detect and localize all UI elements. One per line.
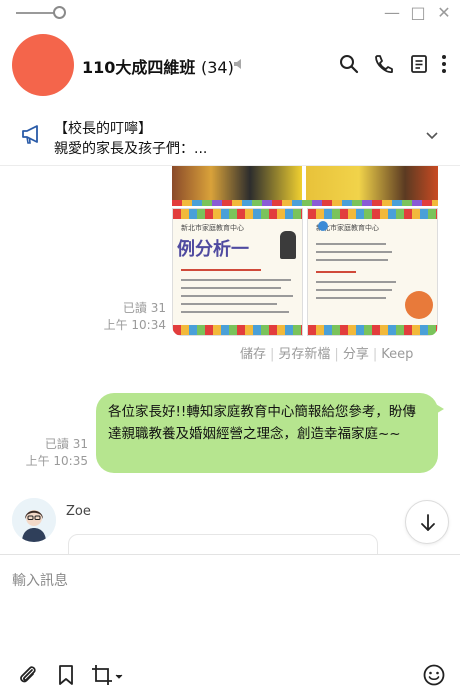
minimize-button[interactable]: — [382, 3, 402, 23]
outgoing-message-bubble[interactable]: 各位家長好!!轉知家庭教育中心簡報給您參考，盼傳達親職教養及婚姻經營之理念，創造… [96, 393, 444, 473]
slide-figure [405, 291, 433, 319]
opacity-slider-knob[interactable] [53, 6, 66, 19]
share-action[interactable]: 分享 [343, 347, 369, 362]
window-titlebar: — □ ✕ [0, 0, 460, 26]
message-composer [0, 554, 460, 700]
scroll-to-bottom-button[interactable] [405, 500, 449, 544]
slide-thumbnail-left[interactable]: 新北市家庭教育中心 例分析一 [172, 208, 303, 336]
group-avatar[interactable] [12, 34, 74, 96]
arrow-down-icon [421, 514, 435, 531]
bookmark-icon[interactable] [54, 663, 78, 687]
chat-messages[interactable]: 新北市家庭教育中心 例分析一 新北市家庭教育中心 已讀 31 上午 10:34 … [0, 166, 460, 554]
group-name-text: 110大成四維班 [82, 58, 196, 77]
group-title[interactable]: 110大成四維班 (34) [82, 54, 234, 78]
read-status: 已讀 31 [122, 301, 166, 315]
avatar[interactable] [12, 498, 56, 542]
image-action-bar: 儲存 | 另存新檔 | 分享 | Keep [240, 347, 414, 362]
notes-icon[interactable] [408, 53, 430, 75]
image-top-strip [172, 166, 438, 206]
more-vertical-icon[interactable] [438, 53, 450, 75]
slide-figure [280, 231, 296, 259]
emoji-icon[interactable] [422, 663, 446, 687]
message-input[interactable] [12, 567, 448, 595]
incoming-message-card[interactable] [68, 534, 378, 554]
slide-thumbnail-right[interactable]: 新北市家庭教育中心 [307, 208, 438, 336]
search-icon[interactable] [338, 53, 360, 75]
announcement-body: 親愛的家長及孩子們：... [54, 141, 208, 157]
megaphone-icon [22, 125, 38, 144]
message-time: 上午 10:35 [25, 454, 88, 468]
chevron-down-icon[interactable] [424, 128, 440, 144]
text-read-meta: 已讀 31 上午 10:35 [20, 436, 88, 470]
sender-name: Zoe [66, 504, 91, 519]
announcement-title: 【校長的叮嚀】 [54, 121, 152, 137]
paperclip-icon[interactable] [16, 663, 40, 687]
image-message[interactable]: 新北市家庭教育中心 例分析一 新北市家庭教育中心 [172, 166, 438, 336]
speaker-muted-icon [234, 59, 241, 69]
member-count: (34) [200, 58, 234, 77]
image-read-meta: 已讀 31 上午 10:34 [98, 300, 166, 334]
phone-icon[interactable] [372, 53, 394, 75]
announcement-banner[interactable]: 【校長的叮嚀】 親愛的家長及孩子們：... [0, 106, 460, 166]
close-button[interactable]: ✕ [434, 3, 454, 23]
chat-header: 110大成四維班 (34) [0, 26, 460, 106]
save-action[interactable]: 儲存 [240, 347, 266, 362]
keep-action[interactable]: Keep [381, 347, 413, 362]
maximize-button[interactable]: □ [408, 3, 428, 23]
user-avatar-illustration [12, 498, 56, 542]
crop-icon[interactable] [90, 663, 124, 687]
read-status: 已讀 31 [44, 437, 88, 451]
save-as-action[interactable]: 另存新檔 [278, 347, 330, 362]
slide-left-title: 例分析一 [177, 239, 249, 260]
message-time: 上午 10:34 [103, 318, 166, 332]
slide-left-heading: 新北市家庭教育中心 [181, 224, 244, 232]
